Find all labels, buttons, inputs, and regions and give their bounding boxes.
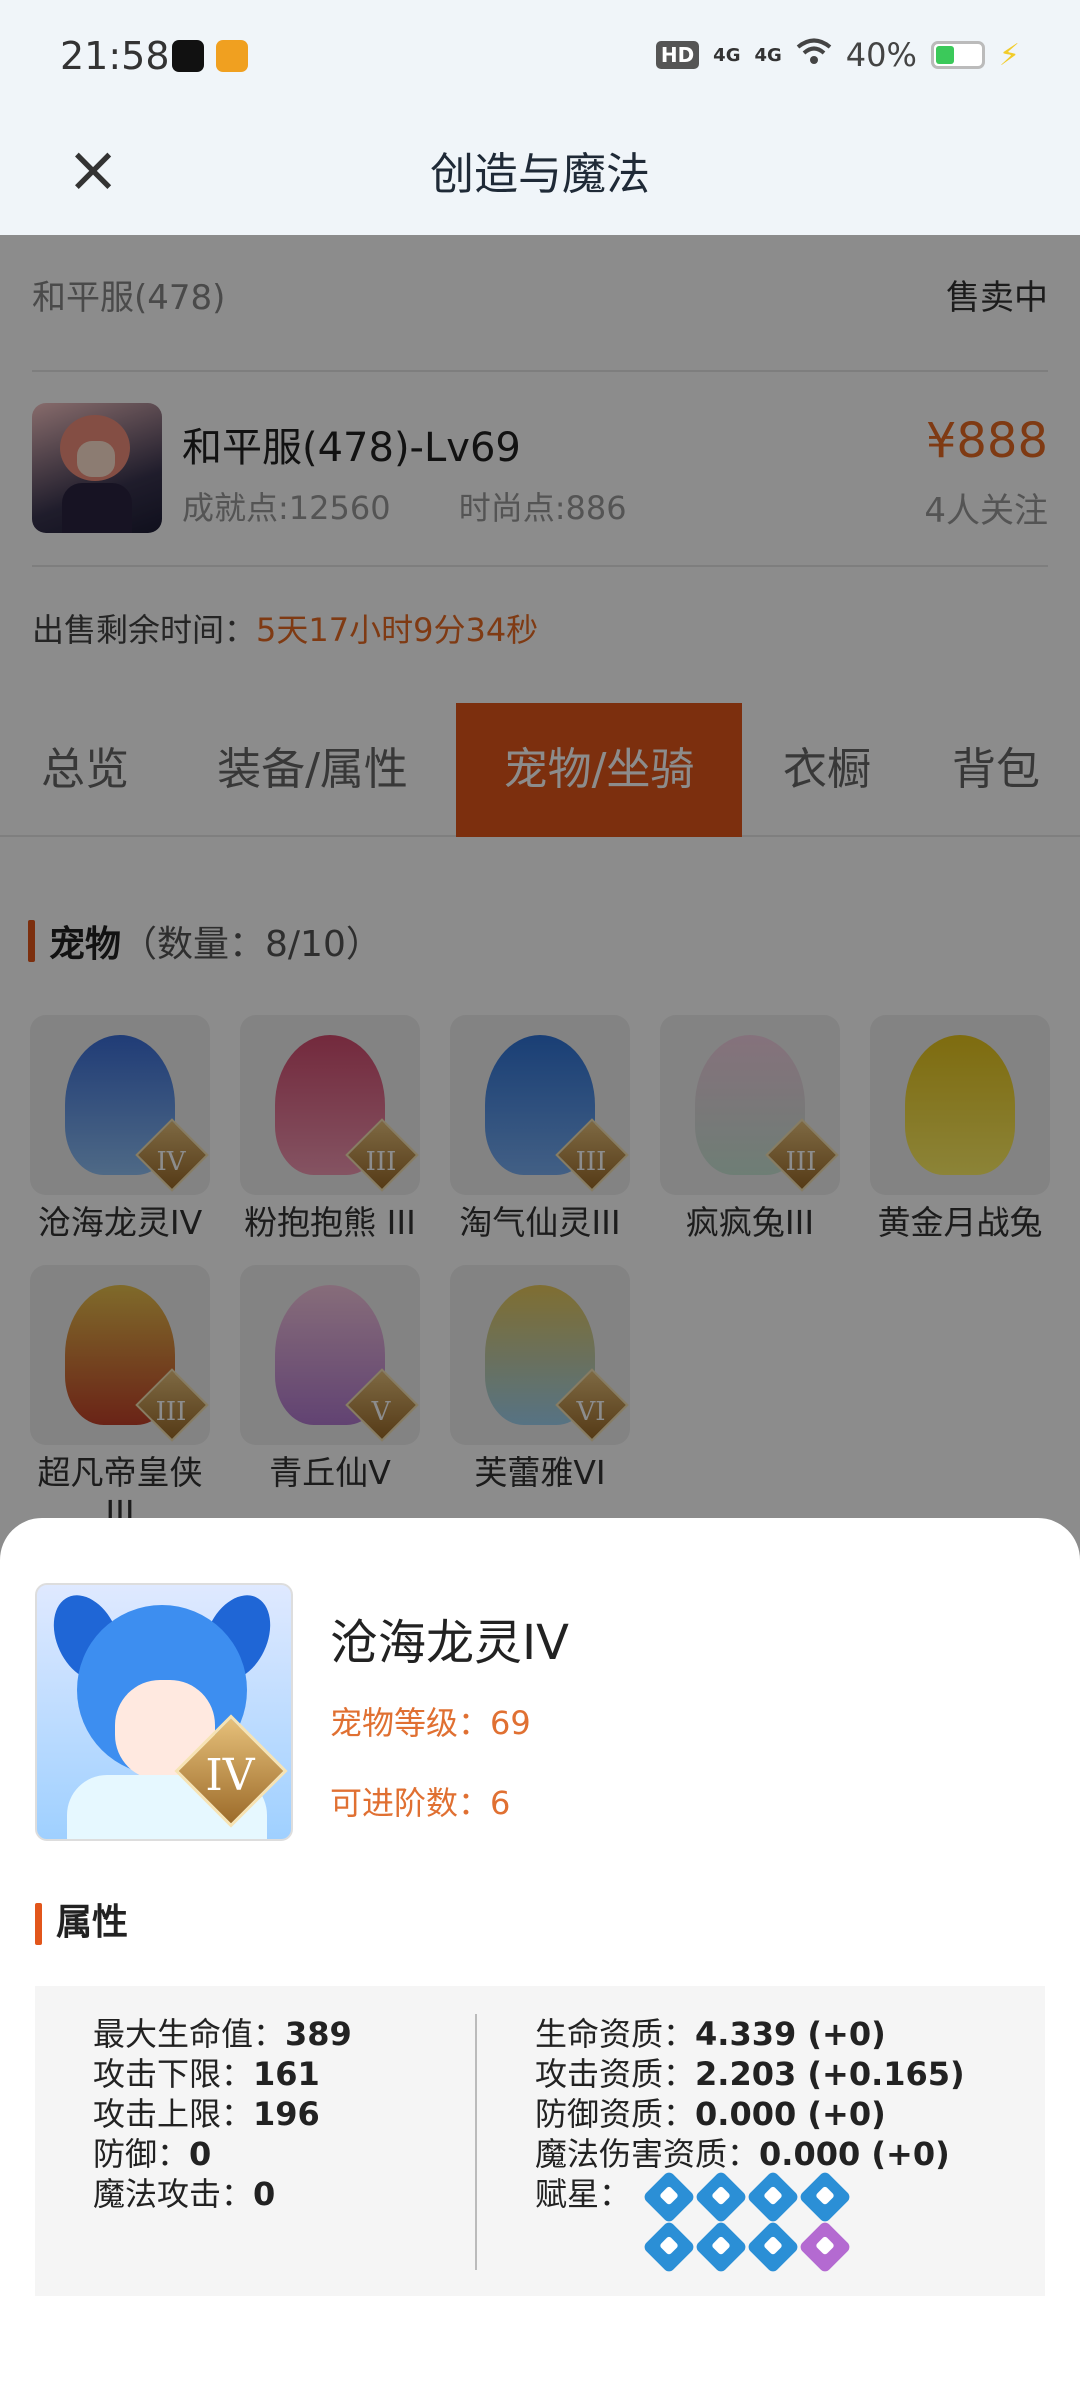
star-row: 赋星： (535, 2170, 965, 2284)
app-header: × 创造与魔法 (0, 115, 1080, 235)
app-notification-icon (172, 40, 204, 72)
star-gem-icon (798, 2220, 852, 2274)
attributes-left: 最大生命值：389 攻击下限：161 攻击上限：196 防御：0 魔法攻击：0 (93, 2014, 352, 2214)
signal-icon: 4G (713, 44, 741, 66)
attr-row: 魔法伤害资质：0.000 (+0) (535, 2135, 950, 2173)
signal-icon: 4G (754, 44, 782, 66)
pet-level: 宠物等级：69 (330, 1704, 531, 1742)
attributes-divider (475, 2014, 477, 2270)
attr-row: 攻击下限：161 (93, 2055, 320, 2093)
charging-icon: ⚡ (998, 37, 1020, 73)
attributes-panel: 最大生命值：389 攻击下限：161 攻击上限：196 防御：0 魔法攻击：0 … (35, 1986, 1045, 2296)
star-gem-icon (642, 2170, 696, 2224)
attributes-right: 生命资质：4.339 (+0) 攻击资质：2.203 (+0.165) 防御资质… (535, 2014, 965, 2284)
battery-icon (930, 41, 985, 69)
battery-percent: 40% (845, 36, 917, 74)
attr-row: 最大生命值：389 (93, 2015, 352, 2053)
attr-row: 魔法攻击：0 (93, 2175, 276, 2213)
star-gem-icon (642, 2220, 696, 2274)
status-time: 21:58 (60, 34, 170, 78)
star-gem-icon (798, 2170, 852, 2224)
star-gem-icon (694, 2170, 748, 2224)
page-title: 创造与魔法 (430, 149, 650, 200)
star-gem-icon (746, 2220, 800, 2274)
attr-row: 生命资质：4.339 (+0) (535, 2015, 886, 2053)
attr-row: 防御资质：0.000 (+0) (535, 2095, 886, 2133)
pet-advance-count: 可进阶数：6 (330, 1784, 511, 1822)
status-bar: 21:58 HD 4G 4G 40% ⚡ (0, 0, 1080, 115)
star-gem-icon (694, 2220, 748, 2274)
attributes-title: 属性 (35, 1893, 128, 1945)
star-label: 赋星： (535, 2175, 632, 2213)
pet-detail-image: IV (35, 1583, 293, 1841)
hd-icon: HD (655, 41, 700, 69)
pet-detail-sheet: IV 沧海龙灵IV 宠物等级：69 可进阶数：6 属性 最大生命值：389 攻击… (0, 1518, 1080, 2400)
app-notification-icon (216, 40, 248, 72)
star-icons (642, 2170, 870, 2278)
pet-detail-name: 沧海龙灵IV (330, 1615, 569, 1671)
star-gem-icon (746, 2170, 800, 2224)
star-row-icons (642, 2170, 870, 2224)
wifi-icon (796, 36, 832, 74)
attr-row: 攻击上限：196 (93, 2095, 320, 2133)
attr-row: 防御：0 (93, 2135, 212, 2173)
attr-row: 攻击资质：2.203 (+0.165) (535, 2055, 965, 2093)
star-row-icons (642, 2220, 870, 2274)
status-icons: HD 4G 4G 40% ⚡ (655, 36, 1020, 74)
